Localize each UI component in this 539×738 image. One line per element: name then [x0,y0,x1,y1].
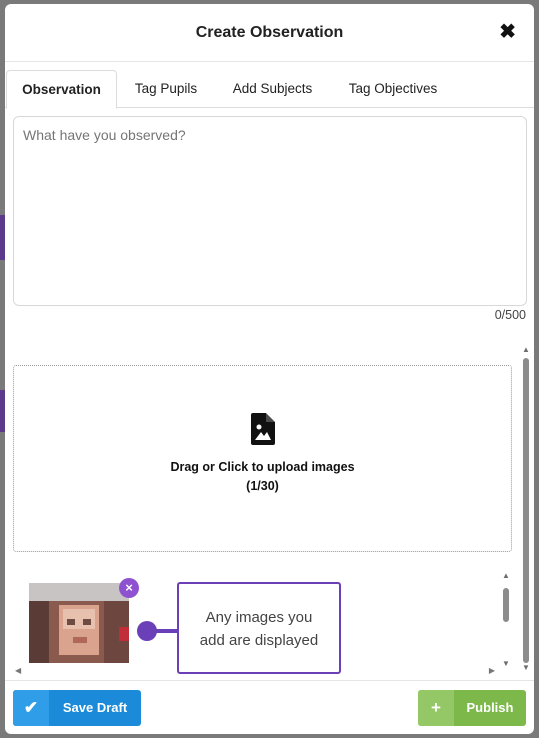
gallery-scrollbar[interactable]: ▲ ▼ [500,570,512,670]
character-counter: 0/500 [494,308,526,322]
save-draft-label: Save Draft [62,700,128,715]
image-upload-dropzone[interactable]: Drag or Click to upload images (1/30) [13,365,512,552]
scroll-down-icon[interactable]: ▼ [522,664,530,672]
upload-instructions: Drag or Click to upload images (1/30) [14,458,511,496]
content-scrollbar[interactable]: ▲ ▼ [520,344,532,674]
create-observation-modal: Create Observation ✖ Observation Tag Pup… [5,4,534,734]
upload-count: (1/30) [246,479,279,493]
upload-instruction-text: Drag or Click to upload images [170,460,355,474]
publish-button[interactable]: + Publish [418,690,526,726]
gallery-callout: Any images you add are displayed [177,582,341,674]
modal-title: Create Observation [195,24,344,41]
gallery-scroll-up-icon[interactable]: ▲ [502,572,510,580]
tab-tag-objectives[interactable]: Tag Objectives [336,70,450,108]
image-gallery: × Any images you add are displayed [13,566,498,674]
tab-observation[interactable]: Observation [6,70,117,109]
callout-line-1: Any images you [205,609,313,626]
tab-bar: Observation Tag Pupils Add Subjects Tag … [5,68,534,109]
observation-input[interactable] [13,116,527,306]
checkmark-icon: ✔ [13,690,49,726]
uploaded-image-thumbnail[interactable] [29,583,129,663]
publish-label: Publish [466,700,514,715]
scroll-left-icon[interactable]: ◀ [15,666,21,675]
plus-icon: + [418,690,454,726]
tab-add-subjects[interactable]: Add Subjects [221,70,324,108]
modal-header: Create Observation ✖ [5,4,534,62]
remove-image-icon[interactable]: × [119,578,139,598]
save-draft-button[interactable]: ✔ Save Draft [13,690,141,726]
scrollbar-thumb[interactable] [523,358,529,663]
callout-dot [137,621,157,641]
modal-footer: ✔ Save Draft + Publish [5,680,534,734]
image-file-icon [251,413,275,445]
gallery-horizontal-scrollbar[interactable]: ◀ ▶ [13,664,497,676]
close-icon[interactable]: ✖ [499,20,516,44]
callout-line-2: add are displayed [199,632,319,649]
child-photo-icon [29,583,129,663]
gallery-scrollbar-thumb[interactable] [503,588,509,622]
tab-tag-pupils[interactable]: Tag Pupils [123,70,209,108]
scroll-right-icon[interactable]: ▶ [489,666,495,675]
scroll-up-icon[interactable]: ▲ [522,346,530,354]
gallery-scroll-down-icon[interactable]: ▼ [502,660,510,668]
